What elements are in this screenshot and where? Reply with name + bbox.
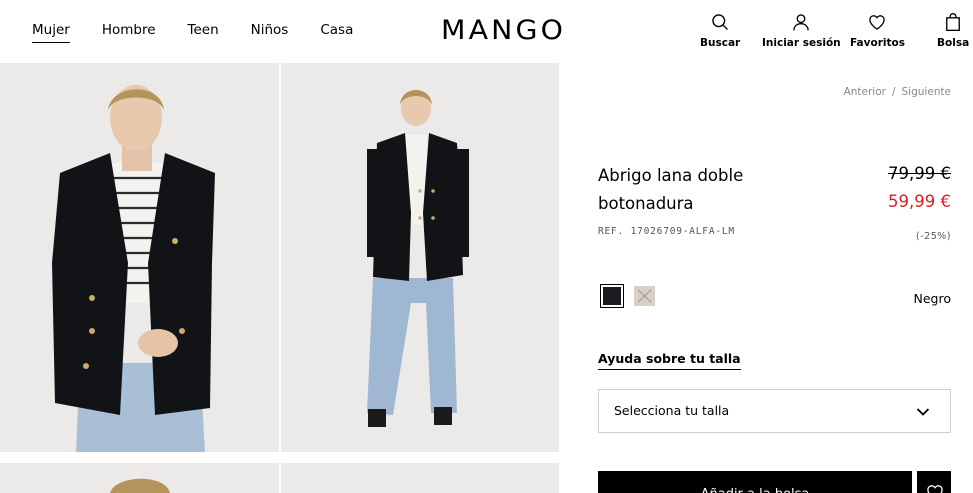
bag-icon (946, 13, 960, 32)
product-reference: REF. 17026709-ALFA-LM (598, 226, 735, 237)
product-title-line-2: botonadura (598, 194, 694, 213)
size-select-placeholder: Selecciona tu talla (614, 403, 730, 418)
product-title: Abrigo lana doble botonadura (598, 162, 818, 218)
size-select[interactable]: Selecciona tu talla (598, 389, 951, 433)
heart-icon (927, 485, 943, 493)
model-closeup-image (0, 63, 279, 452)
nav-ninos[interactable]: Niños (251, 22, 289, 43)
next-link[interactable]: Siguiente (901, 86, 951, 98)
nav-teen[interactable]: Teen (188, 22, 219, 43)
site-header: Mujer Hombre Teen Niños Casa MANGO Busca… (0, 0, 973, 62)
favorites-label: Favoritos (850, 37, 905, 49)
size-help-link[interactable]: Ayuda sobre tu talla (598, 351, 741, 370)
discount-badge: (-25%) (916, 231, 951, 242)
sale-price: 59,99 € (888, 192, 951, 211)
login-label: Iniciar sesión (762, 37, 841, 49)
color-swatch-beige[interactable] (634, 286, 655, 306)
selected-color-name: Negro (913, 291, 952, 306)
product-photo-1[interactable] (0, 63, 279, 452)
main-nav: Mujer Hombre Teen Niños Casa (32, 22, 385, 43)
user-icon (793, 14, 810, 31)
product-photo-3[interactable] (0, 463, 279, 493)
search-label: Buscar (700, 37, 741, 49)
product-photo-4[interactable] (281, 463, 559, 493)
product-photo-2[interactable] (281, 63, 559, 452)
model-photo-partial (0, 463, 279, 493)
add-to-favorites-button[interactable] (917, 471, 951, 493)
nav-casa[interactable]: Casa (320, 22, 353, 43)
search-icon (712, 14, 729, 30)
nav-hombre[interactable]: Hombre (102, 22, 156, 43)
heart-icon (869, 15, 886, 30)
nav-mujer[interactable]: Mujer (32, 22, 70, 43)
bag-label: Bolsa (937, 37, 970, 49)
pagination-separator: / (891, 86, 896, 98)
product-title-line-1: Abrigo lana doble (598, 166, 744, 185)
bag-button[interactable]: Bolsa (937, 12, 969, 49)
login-button[interactable]: Iniciar sesión (762, 12, 841, 49)
color-swatch-black[interactable] (600, 284, 624, 308)
model-fullbody-image (281, 63, 559, 452)
unavailable-cross-icon (637, 289, 652, 303)
add-to-bag-button[interactable]: Añadir a la bolsa (598, 471, 912, 493)
original-price: 79,99 € (888, 164, 951, 183)
swatch-black-fill (603, 287, 621, 305)
chevron-down-icon (916, 408, 930, 416)
search-button[interactable]: Buscar (700, 12, 740, 49)
previous-link[interactable]: Anterior (844, 86, 886, 98)
favorites-button[interactable]: Favoritos (850, 12, 905, 49)
mango-logo[interactable]: MANGO (441, 15, 566, 46)
product-pagination: Anterior / Siguiente (844, 86, 951, 98)
